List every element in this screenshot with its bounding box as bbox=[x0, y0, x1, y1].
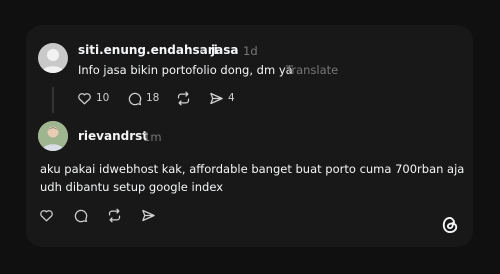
profile-photo bbox=[38, 121, 68, 151]
reply-button[interactable] bbox=[73, 206, 88, 224]
comment-text: Info jasa bikin portofolio dong, dm ya bbox=[78, 63, 293, 77]
comment-username[interactable]: rievandrst bbox=[78, 129, 148, 143]
default-avatar-icon bbox=[42, 49, 64, 73]
comment-text-line-1: aku pakai idwebhost kak, affordable bang… bbox=[40, 162, 465, 176]
share-count: 4 bbox=[228, 92, 235, 104]
reply-button[interactable]: 18 bbox=[127, 89, 159, 107]
repost-icon bbox=[107, 208, 122, 223]
heart-icon bbox=[77, 91, 92, 106]
chevron-right-icon: › bbox=[199, 43, 204, 57]
repost-icon bbox=[176, 91, 191, 106]
comment-text-line-2: udh dibantu setup google index bbox=[40, 180, 223, 194]
comment-username[interactable]: siti.enung.endahsari bbox=[78, 43, 218, 57]
translate-link[interactable]: Translate bbox=[286, 63, 338, 77]
avatar[interactable] bbox=[38, 43, 68, 73]
comment-icon bbox=[73, 208, 88, 223]
avatar[interactable] bbox=[38, 121, 68, 151]
thread-connector-line bbox=[52, 87, 54, 113]
like-count: 10 bbox=[96, 92, 110, 104]
repost-button[interactable] bbox=[107, 206, 122, 224]
timestamp: 1d bbox=[243, 44, 258, 58]
timestamp: 1m bbox=[143, 130, 162, 144]
share-button[interactable] bbox=[141, 206, 156, 224]
like-button[interactable]: 10 bbox=[77, 89, 109, 107]
comment-icon bbox=[127, 91, 142, 106]
heart-icon bbox=[39, 208, 54, 223]
threads-logo-icon[interactable] bbox=[440, 215, 460, 239]
thread-card: siti.enung.endahsari › jasa 1d Info jasa… bbox=[26, 25, 473, 247]
like-button[interactable] bbox=[39, 206, 54, 224]
share-icon bbox=[141, 208, 156, 223]
reply-to-username[interactable]: jasa bbox=[211, 43, 238, 57]
share-button[interactable]: 4 bbox=[209, 89, 235, 107]
repost-button[interactable] bbox=[176, 89, 191, 107]
share-icon bbox=[209, 91, 224, 106]
reply-count: 18 bbox=[146, 92, 160, 104]
